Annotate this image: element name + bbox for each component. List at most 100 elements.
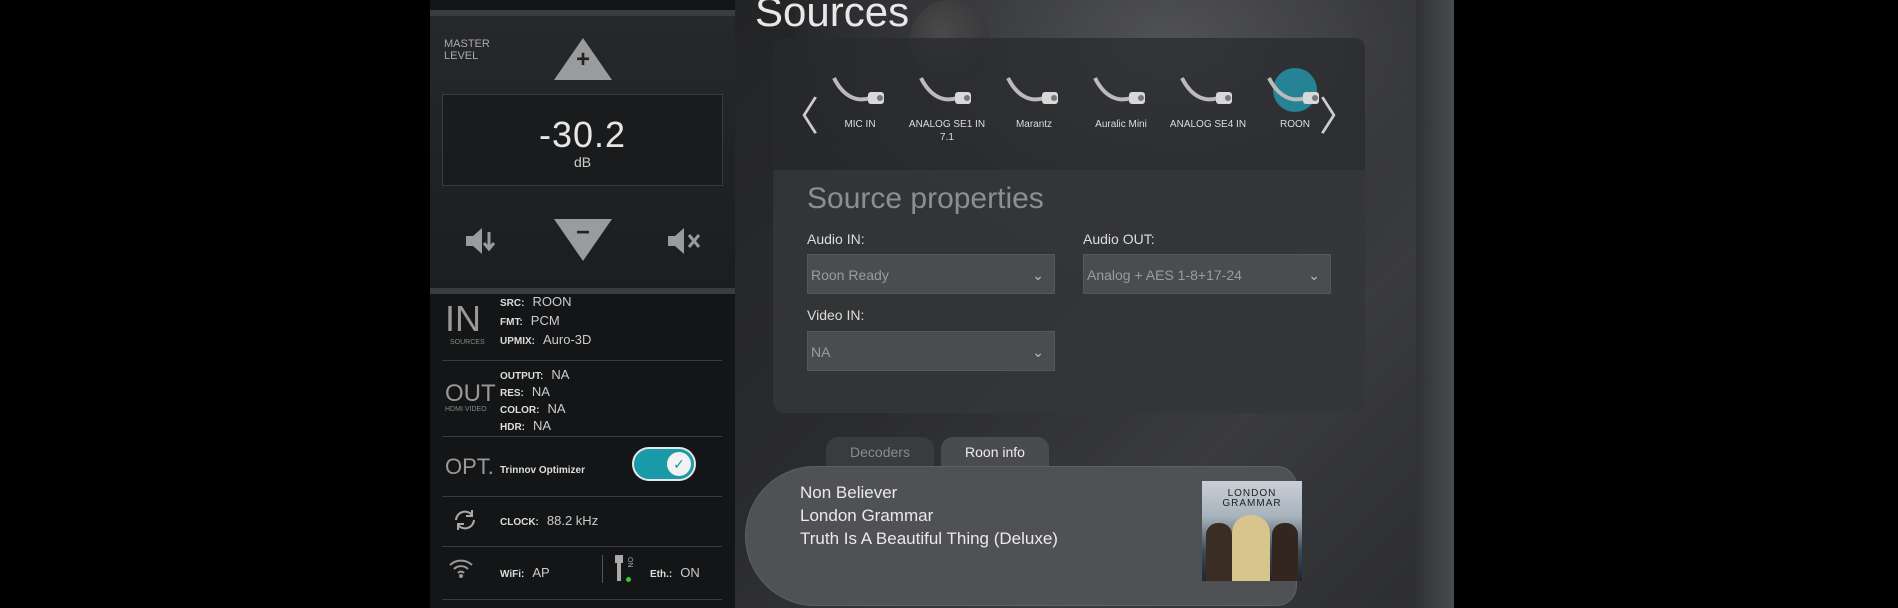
src-row: SRC: ROON <box>500 294 571 309</box>
chevron-down-icon: ⌄ <box>1308 267 1320 283</box>
source-item-label: MIC IN <box>844 119 876 130</box>
source-item-label: Marantz <box>1015 119 1053 130</box>
check-icon: ✓ <box>667 452 691 476</box>
audio-in-label: Audio IN: <box>807 231 865 247</box>
audio-out-select[interactable]: Analog + AES 1-8+17-24 ⌄ <box>1083 254 1331 294</box>
out-sub-label: HDMI VIDEO <box>445 406 487 413</box>
in-status-row: IN SOURCES SRC: ROON FMT: PCM UPMIX: Auro-3… <box>442 290 722 361</box>
clock-status-row: CLOCK: 88.2 kHz <box>442 497 722 547</box>
network-divider <box>602 555 603 583</box>
fmt-key: FMT: <box>500 317 523 328</box>
cable-icon <box>832 77 884 104</box>
clock-sync-icon <box>452 507 478 538</box>
source-properties-title: Source properties <box>807 182 1044 215</box>
output-value: NA <box>551 367 570 382</box>
cable-icon <box>919 77 971 104</box>
source-item-label: ANALOG SE4 IN <box>1169 119 1247 130</box>
album-name: Truth Is A Beautiful Thing (Deluxe) <box>800 529 1058 548</box>
clock-row: CLOCK: 88.2 kHz <box>500 513 598 528</box>
video-in-select[interactable]: NA ⌄ <box>807 331 1055 371</box>
now-playing-card: Non Believer London Grammar Truth Is A B… <box>745 466 1302 606</box>
source-carousel: 〈 〉 MIC IN ANALOG SE1 IN 7.1 Marantz Aurali… <box>773 38 1365 170</box>
color-key: COLOR: <box>500 405 540 416</box>
audio-in-value: Roon Ready <box>811 267 889 283</box>
source-item[interactable]: ROON <box>1252 68 1338 131</box>
res-key: RES: <box>500 388 524 399</box>
source-properties-panel: Source properties Audio IN: Roon Ready ⌄… <box>773 170 1365 413</box>
source-item[interactable]: ANALOG SE1 IN 7.1 <box>904 68 990 144</box>
eth-row: Eth.: ON <box>650 565 700 580</box>
source-item-label: ANALOG SE1 IN 7.1 <box>908 119 986 143</box>
cable-icon <box>1267 68 1319 112</box>
audio-out-value: Analog + AES 1-8+17-24 <box>1087 267 1242 283</box>
album-art-figure-right <box>1272 523 1298 581</box>
background-edge <box>1416 0 1454 608</box>
tab-roon-info[interactable]: Roon info <box>941 437 1049 467</box>
video-in-label: Video IN: <box>807 307 865 323</box>
in-label: IN <box>445 298 481 339</box>
volume-down-button[interactable]: − <box>554 219 612 261</box>
upmix-key: UPMIX: <box>500 336 535 347</box>
output-key: OUTPUT: <box>500 371 544 382</box>
opt-label: OPT. <box>445 454 494 479</box>
video-in-value: NA <box>811 344 831 360</box>
carousel-prev-button[interactable]: 〈 <box>779 84 819 142</box>
volume-up-button[interactable]: + <box>554 38 612 80</box>
fmt-row: FMT: PCM <box>500 313 560 328</box>
audio-out-label: Audio OUT: <box>1083 231 1155 247</box>
cable-icon <box>1006 77 1058 104</box>
clock-value: 88.2 kHz <box>546 513 599 528</box>
chevron-down-icon: ⌄ <box>1032 344 1044 360</box>
color-row: COLOR: NA <box>500 401 566 416</box>
page-title: Sources <box>755 0 910 35</box>
mute-icon[interactable] <box>664 224 704 258</box>
wifi-value: AP <box>532 565 550 580</box>
cable-icon <box>1180 77 1232 104</box>
volume-value: -30.2 <box>538 114 627 155</box>
app-window: MASTER LEVEL + -30.2 dB − IN SOURCES SRC… <box>430 0 1454 608</box>
album-art-text: LONDON GRAMMAR <box>1202 489 1302 509</box>
hdr-key: HDR: <box>500 422 525 433</box>
ethernet-icon: ON <box>614 555 634 585</box>
upmix-row: UPMIX: Auro-3D <box>500 332 591 347</box>
chevron-down-icon: ⌄ <box>1032 267 1044 283</box>
source-item[interactable]: ANALOG SE4 IN <box>1165 68 1251 131</box>
optimizer-row: Trinnov Optimizer <box>500 461 593 476</box>
master-label-line1: MASTER <box>444 38 490 50</box>
album-art-figure-center <box>1232 515 1270 581</box>
master-volume-panel: MASTER LEVEL + -30.2 dB − <box>430 10 735 294</box>
res-value: NA <box>531 384 550 399</box>
audio-in-select[interactable]: Roon Ready ⌄ <box>807 254 1055 294</box>
wifi-icon <box>448 557 474 584</box>
artist-name: London Grammar <box>800 506 934 525</box>
optimizer-toggle[interactable]: ✓ <box>632 447 696 481</box>
eth-key: Eth.: <box>650 569 673 580</box>
color-value: NA <box>547 401 566 416</box>
clock-key: CLOCK: <box>500 517 539 528</box>
tab-decoders[interactable]: Decoders <box>826 437 934 467</box>
status-panel: MASTER LEVEL + -30.2 dB − IN SOURCES SRC… <box>430 0 735 608</box>
sources-panel: Sources 〈 〉 MIC IN ANALOG SE1 IN 7.1 Maran… <box>735 0 1454 608</box>
album-art: LONDON GRAMMAR <box>1202 481 1302 581</box>
master-level-label: MASTER LEVEL <box>444 38 504 62</box>
ethernet-status-dot <box>626 577 631 582</box>
upmix-value: Auro-3D <box>543 332 592 347</box>
album-art-figure-left <box>1206 523 1232 581</box>
source-item[interactable]: Auralic Mini <box>1078 68 1164 131</box>
ethernet-on-text: ON <box>626 557 633 568</box>
minus-icon: − <box>575 219 590 246</box>
source-item[interactable]: Marantz <box>991 68 1077 131</box>
res-row: RES: NA <box>500 384 550 399</box>
out-status-row: OUT HDMI VIDEO OUTPUT: NA RES: NA COLOR: NA… <box>442 361 722 437</box>
in-sub-label: SOURCES <box>450 339 485 346</box>
wifi-key: WiFi: <box>500 569 525 580</box>
optimizer-label: Trinnov Optimizer <box>500 465 586 476</box>
volume-unit: dB <box>573 154 592 170</box>
cable-icon <box>1093 77 1145 104</box>
hdr-row: HDR: NA <box>500 418 551 433</box>
fmt-value: PCM <box>530 313 560 328</box>
source-item[interactable]: MIC IN <box>817 68 903 131</box>
hdr-value: NA <box>533 418 552 433</box>
speaker-down-icon[interactable] <box>462 224 502 258</box>
eth-value: ON <box>680 565 700 580</box>
